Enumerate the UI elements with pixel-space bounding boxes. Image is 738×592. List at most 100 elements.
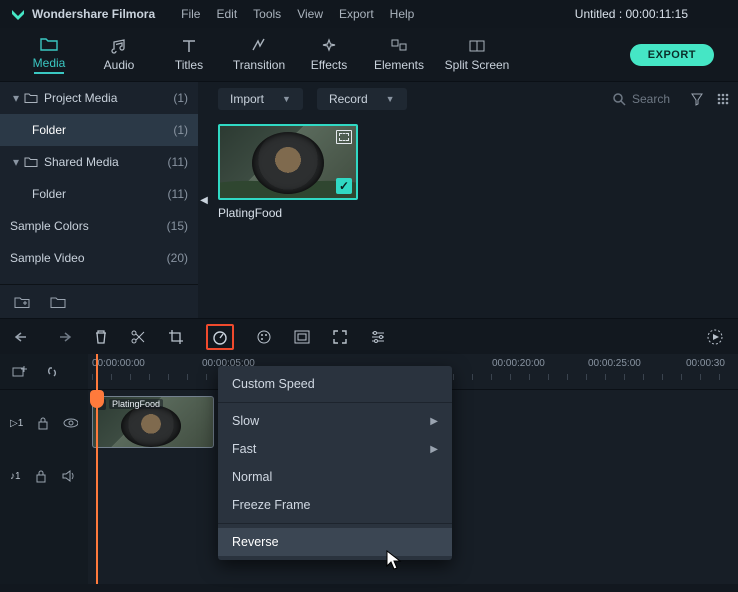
document-title: Untitled : 00:00:11:15: [575, 7, 688, 21]
green-screen-button[interactable]: [294, 330, 310, 344]
playhead-handle[interactable]: [90, 390, 104, 408]
sidebar-actions: [0, 284, 198, 318]
main-tabs: Media Audio Titles Transition Effects El…: [0, 28, 738, 82]
sidebar-label: Project Media: [44, 91, 117, 105]
sidebar-count: (1): [173, 91, 188, 105]
filter-icon[interactable]: [690, 92, 704, 106]
lock-icon[interactable]: [35, 469, 47, 483]
render-button[interactable]: [706, 328, 724, 346]
chevron-left-icon: ◀: [200, 195, 208, 206]
timeline-clip[interactable]: PlatingFood: [92, 396, 214, 448]
menu-edit[interactable]: Edit: [216, 7, 237, 21]
tab-audio-label: Audio: [104, 58, 135, 72]
app-logo-icon: [10, 6, 26, 22]
speaker-icon[interactable]: [61, 469, 75, 483]
sidebar-collapse[interactable]: ◀: [198, 82, 210, 318]
menu-fast[interactable]: Fast▶: [218, 435, 452, 463]
import-dropdown[interactable]: Import ▼: [218, 88, 303, 110]
speed-button[interactable]: [206, 324, 234, 350]
media-clip[interactable]: ✓ PlatingFood: [218, 124, 358, 220]
record-label: Record: [329, 92, 368, 106]
export-button[interactable]: EXPORT: [630, 44, 714, 66]
menu-view[interactable]: View: [297, 7, 323, 21]
sidebar-item-sample-video[interactable]: Sample Video (20): [0, 242, 198, 274]
sidebar-count: (20): [167, 251, 188, 265]
timeline-clip-label: PlatingFood: [109, 399, 163, 409]
menu-label: Custom Speed: [232, 377, 315, 391]
playhead[interactable]: [96, 354, 98, 584]
clip-type-icon: [336, 130, 352, 144]
tab-splitscreen-label: Split Screen: [445, 58, 510, 72]
splitscreen-icon: [468, 38, 486, 54]
grid-view-icon[interactable]: [716, 92, 730, 106]
sidebar-count: (11): [168, 187, 188, 201]
tab-elements[interactable]: Elements: [364, 28, 434, 82]
tab-effects[interactable]: Effects: [294, 28, 364, 82]
media-content: Import ▼ Record ▼ Search: [210, 82, 738, 318]
speed-context-menu: Custom Speed Slow▶ Fast▶ Normal Freeze F…: [218, 366, 452, 560]
tab-effects-label: Effects: [311, 58, 347, 72]
new-folder-icon[interactable]: [14, 295, 30, 309]
menu-custom-speed[interactable]: Custom Speed: [218, 370, 452, 398]
lock-icon[interactable]: [37, 416, 48, 430]
sidebar-label: Folder: [32, 123, 66, 137]
ruler-tick: 00:00:25:00: [588, 358, 641, 369]
sidebar-count: (11): [168, 155, 188, 169]
split-button[interactable]: [130, 329, 146, 345]
media-sidebar: ▾ Project Media (1) Folder (1) ▾ Shared …: [0, 82, 198, 318]
clip-thumbnail[interactable]: ✓: [218, 124, 358, 200]
menu-tools[interactable]: Tools: [253, 7, 281, 21]
music-icon: [110, 38, 128, 54]
menu-normal[interactable]: Normal: [218, 463, 452, 491]
folder-icon: [24, 92, 38, 104]
sidebar-item-project-media[interactable]: ▾ Project Media (1): [0, 82, 198, 114]
track-label: ▷1: [10, 418, 23, 429]
eye-icon[interactable]: [63, 417, 78, 429]
sidebar-label: Sample Colors: [10, 219, 89, 233]
link-icon[interactable]: [44, 364, 60, 380]
settings-sliders-button[interactable]: [370, 330, 386, 344]
sidebar-item-shared-media[interactable]: ▾ Shared Media (11): [0, 146, 198, 178]
search-placeholder: Search: [632, 92, 670, 106]
import-label: Import: [230, 92, 264, 106]
sidebar-item-sample-colors[interactable]: Sample Colors (15): [0, 210, 198, 242]
video-track-header[interactable]: ▷1: [0, 390, 88, 456]
sidebar-item-folder-2[interactable]: Folder (11): [0, 178, 198, 210]
chevron-down-icon: ▼: [282, 94, 291, 104]
menu-file[interactable]: File: [181, 7, 200, 21]
menu-export[interactable]: Export: [339, 7, 374, 21]
menu-bar: File Edit Tools View Export Help: [181, 7, 414, 21]
sidebar-count: (1): [173, 123, 188, 137]
menu-label: Fast: [232, 442, 256, 456]
timeline-track-headers: ▷1 ♪1: [0, 354, 88, 584]
tab-splitscreen[interactable]: Split Screen: [434, 28, 520, 82]
chevron-down-icon: ▾: [10, 155, 22, 169]
menu-reverse[interactable]: Reverse: [218, 528, 452, 556]
undo-button[interactable]: [14, 330, 32, 344]
clip-name: PlatingFood: [218, 206, 358, 220]
fullscreen-button[interactable]: [332, 329, 348, 345]
sidebar-label: Sample Video: [10, 251, 85, 265]
record-dropdown[interactable]: Record ▼: [317, 88, 407, 110]
tab-audio[interactable]: Audio: [84, 28, 154, 82]
delete-button[interactable]: [94, 329, 108, 345]
add-track-icon[interactable]: [12, 365, 28, 379]
sidebar-item-folder-1[interactable]: Folder (1): [0, 114, 198, 146]
search-input[interactable]: Search: [612, 92, 670, 106]
workspace: ▾ Project Media (1) Folder (1) ▾ Shared …: [0, 82, 738, 318]
tab-media[interactable]: Media: [14, 28, 84, 82]
redo-button[interactable]: [54, 330, 72, 344]
crop-button[interactable]: [168, 329, 184, 345]
menu-slow[interactable]: Slow▶: [218, 407, 452, 435]
search-icon: [612, 92, 626, 106]
color-button[interactable]: [256, 329, 272, 345]
sparkle-icon: [320, 38, 338, 54]
tab-transition[interactable]: Transition: [224, 28, 294, 82]
menu-help[interactable]: Help: [390, 7, 415, 21]
folder-icon[interactable]: [50, 295, 66, 309]
transition-icon: [250, 38, 268, 54]
audio-track-header[interactable]: ♪1: [0, 456, 88, 496]
tab-titles[interactable]: Titles: [154, 28, 224, 82]
menu-freeze-frame[interactable]: Freeze Frame: [218, 491, 452, 519]
title-bar: Wondershare Filmora File Edit Tools View…: [0, 0, 738, 28]
